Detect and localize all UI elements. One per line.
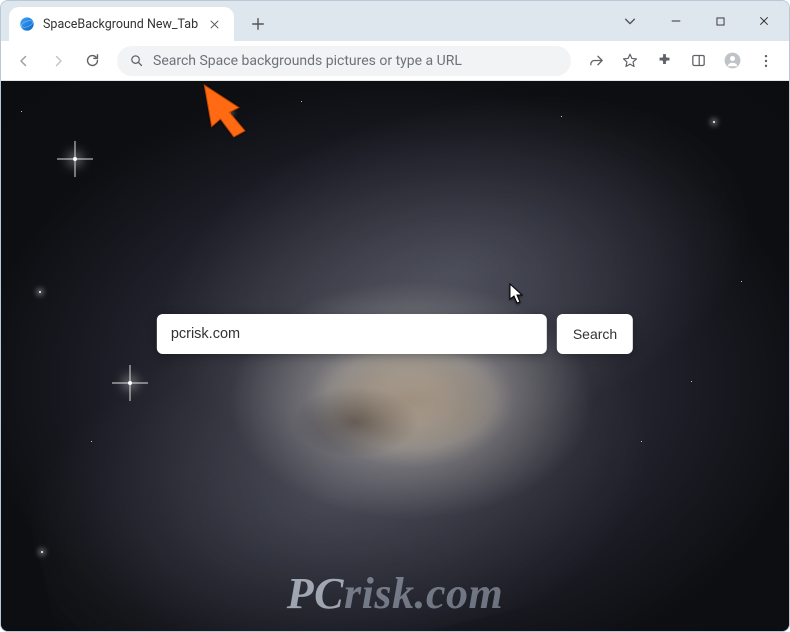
tab-title: SpaceBackground New_Tab	[43, 17, 198, 32]
watermark: PCrisk.com	[287, 568, 503, 619]
address-bar-placeholder: Search Space backgrounds pictures or typ…	[153, 53, 462, 69]
star-icon	[73, 157, 77, 161]
share-icon[interactable]	[581, 46, 611, 76]
menu-icon[interactable]	[751, 46, 781, 76]
globe-icon	[19, 16, 35, 32]
star-icon	[128, 381, 132, 385]
back-button[interactable]	[9, 46, 39, 76]
side-panel-icon[interactable]	[683, 46, 713, 76]
tab-strip: SpaceBackground New_Tab	[1, 1, 789, 41]
star-icon	[41, 551, 43, 553]
close-icon[interactable]	[206, 16, 222, 32]
page-search: Search	[157, 314, 633, 354]
bookmark-icon[interactable]	[615, 46, 645, 76]
page-search-button[interactable]: Search	[557, 314, 633, 354]
browser-window: SpaceBackground New_Tab	[0, 0, 790, 632]
page-content: Search PCrisk.com	[1, 81, 789, 631]
address-bar[interactable]: Search Space backgrounds pictures or typ…	[117, 46, 571, 76]
tab-search-button[interactable]	[613, 6, 647, 36]
search-icon	[129, 53, 145, 69]
minimize-button[interactable]	[655, 6, 697, 36]
galaxy-background	[1, 81, 789, 631]
page-search-input[interactable]	[157, 314, 547, 354]
profile-icon[interactable]	[717, 46, 747, 76]
browser-toolbar: Search Space backgrounds pictures or typ…	[1, 41, 789, 81]
maximize-button[interactable]	[699, 6, 741, 36]
star-icon	[713, 121, 715, 123]
reload-button[interactable]	[77, 46, 107, 76]
close-window-button[interactable]	[743, 6, 785, 36]
new-tab-button[interactable]	[244, 10, 272, 38]
star-icon	[39, 291, 41, 293]
watermark-risk: risk.com	[344, 569, 503, 618]
callout-arrow-icon	[195, 80, 255, 144]
extensions-icon[interactable]	[649, 46, 679, 76]
cursor-icon	[509, 283, 525, 309]
browser-tab[interactable]: SpaceBackground New_Tab	[9, 7, 234, 41]
window-controls	[613, 1, 785, 41]
forward-button[interactable]	[43, 46, 73, 76]
watermark-pc: PC	[287, 569, 344, 618]
